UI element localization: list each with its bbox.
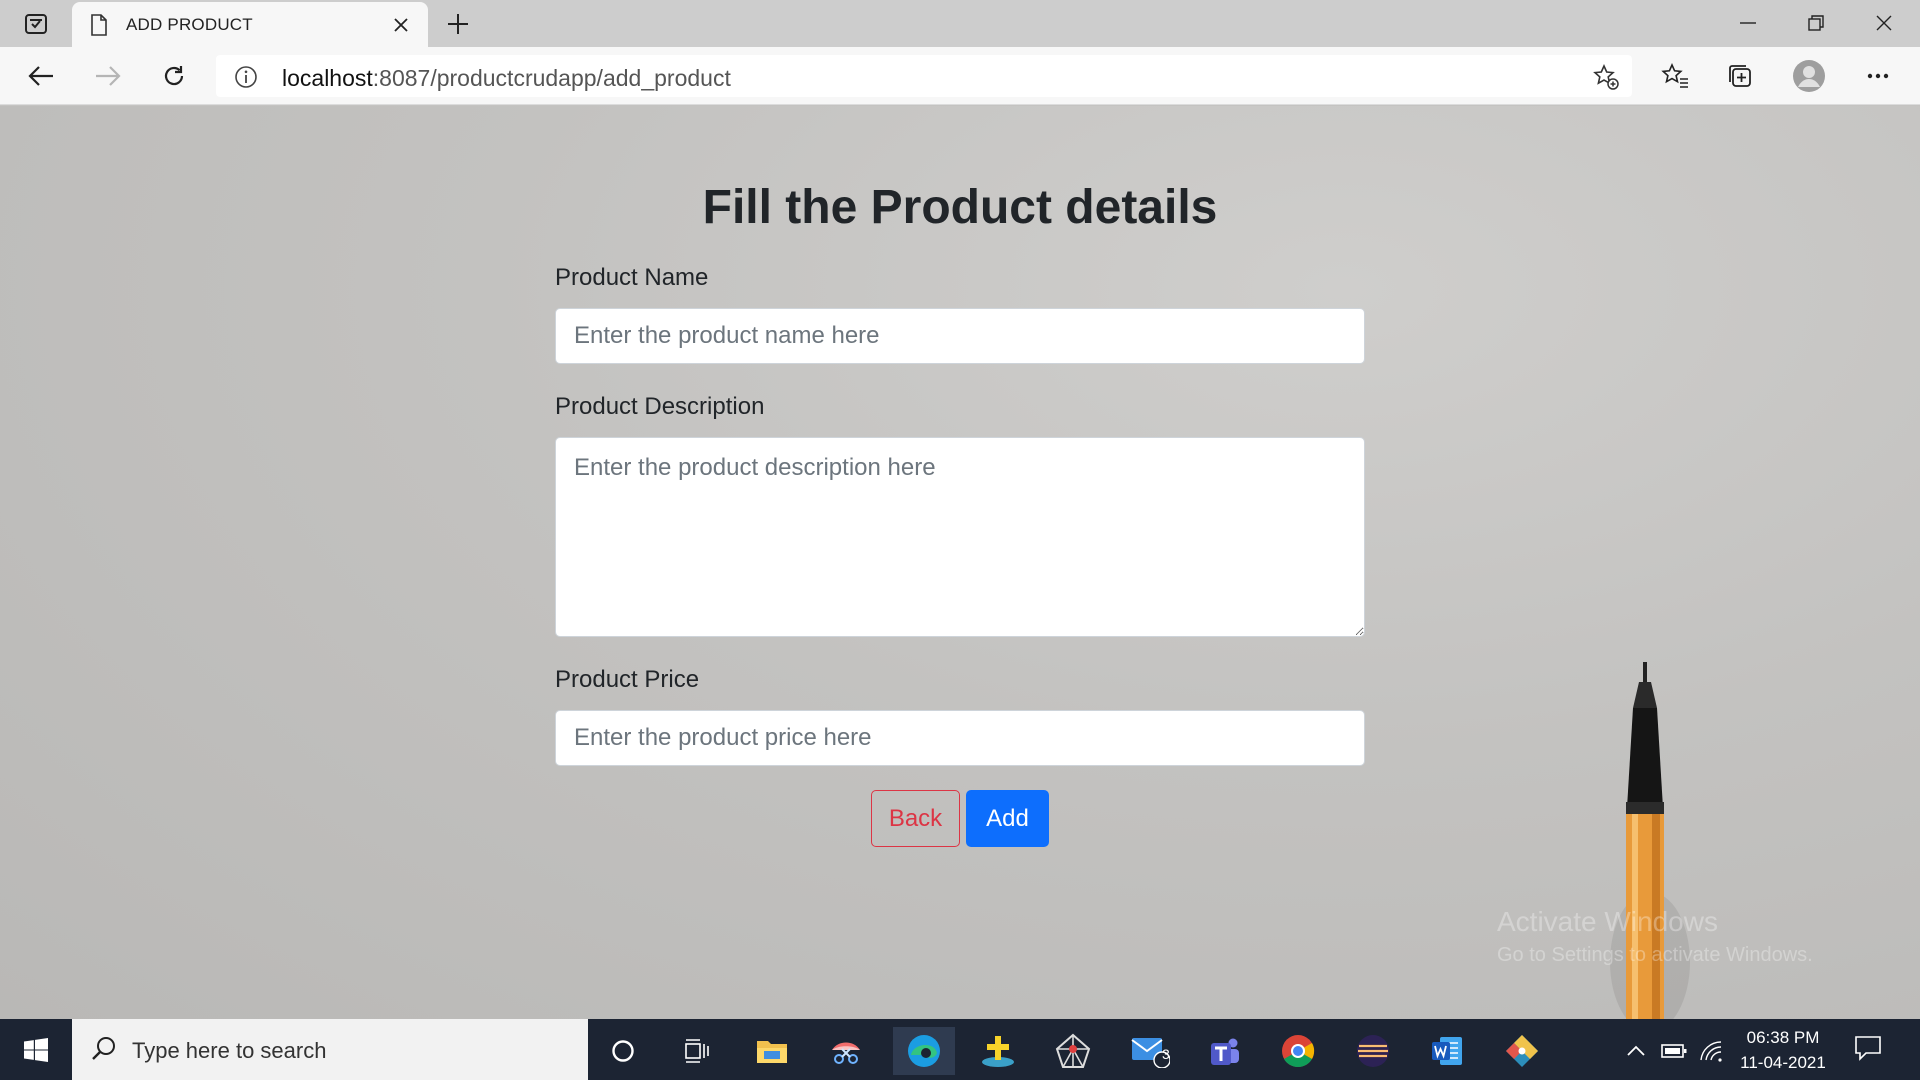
info-icon[interactable] (234, 65, 258, 94)
activation-watermark: Activate Windows Go to Settings to activ… (1497, 906, 1813, 967)
page-content: Fill the Product details Product Name Pr… (0, 106, 1920, 1022)
snip-icon[interactable] (815, 1027, 877, 1075)
back-arrow-icon[interactable] (23, 58, 59, 94)
watermark-subtitle: Go to Settings to activate Windows. (1497, 944, 1813, 966)
clock-date: 11-04-2021 (1740, 1053, 1826, 1072)
edge-icon[interactable] (893, 1027, 955, 1075)
teams-icon[interactable] (1192, 1027, 1254, 1075)
system-clock[interactable]: 06:38 PM 11-04-2021 (1728, 1025, 1838, 1075)
add-button[interactable]: Add (966, 790, 1049, 847)
restore-icon[interactable] (1782, 0, 1850, 45)
taskbar-search[interactable]: Type here to search (72, 1019, 588, 1080)
cortana-icon[interactable] (592, 1027, 654, 1075)
product-price-input[interactable] (555, 710, 1365, 766)
product-description-textarea[interactable] (555, 437, 1365, 637)
close-icon[interactable] (388, 12, 414, 38)
mail-badge: 3 (1162, 1046, 1170, 1062)
back-button[interactable]: Back (871, 790, 960, 847)
tab-actions-icon[interactable] (14, 10, 58, 38)
git-icon[interactable] (1491, 1027, 1553, 1075)
windows-start-icon[interactable] (0, 1019, 72, 1080)
page-icon (90, 14, 108, 41)
url-text: localhost:8087/productcrudapp/add_produc… (282, 65, 731, 91)
browser-tab[interactable]: ADD PRODUCT (72, 2, 428, 47)
plus-icon[interactable] (442, 8, 474, 40)
forward-arrow-icon[interactable] (90, 58, 126, 94)
reload-icon[interactable] (156, 58, 192, 94)
collections-icon[interactable] (1722, 58, 1758, 94)
minimize-icon[interactable] (1714, 0, 1782, 45)
page-title: Fill the Product details (702, 181, 1218, 234)
watermark-title: Activate Windows (1497, 906, 1718, 937)
word-icon[interactable] (1416, 1027, 1478, 1075)
product-name-input[interactable] (555, 308, 1365, 364)
product-name-label: Product Name (555, 264, 709, 291)
pen-image (1610, 662, 1690, 1022)
mail-icon[interactable]: 3 (1119, 1027, 1181, 1075)
favorites-icon[interactable] (1657, 58, 1693, 94)
address-toolbar: localhost:8087/productcrudapp/add_produc… (0, 47, 1920, 105)
add-favorite-icon[interactable] (1592, 63, 1620, 96)
tab-title: ADD PRODUCT (126, 15, 253, 34)
more-icon[interactable] (1860, 58, 1896, 94)
web-icon[interactable] (1042, 1027, 1104, 1075)
address-bar[interactable]: localhost:8087/productcrudapp/add_produc… (216, 55, 1632, 97)
notification-icon[interactable] (1854, 1035, 1882, 1066)
window-close-icon[interactable] (1850, 0, 1918, 45)
profile-icon[interactable] (1791, 58, 1827, 94)
network-icon[interactable] (1696, 1037, 1726, 1065)
tool-icon[interactable] (967, 1027, 1029, 1075)
product-description-label: Product Description (555, 393, 765, 420)
chrome-icon[interactable] (1267, 1027, 1329, 1075)
search-placeholder: Type here to search (132, 1038, 327, 1063)
clock-time: 06:38 PM (1746, 1028, 1820, 1047)
battery-icon[interactable] (1658, 1037, 1690, 1065)
search-icon (90, 1035, 118, 1068)
chevron-up-icon[interactable] (1622, 1037, 1650, 1065)
taskbar: Type here to search 3 06:38 PM 11-04-202… (0, 1019, 1920, 1080)
task-view-icon[interactable] (665, 1027, 727, 1075)
tab-bar: ADD PRODUCT (0, 0, 1920, 47)
file-explorer-icon[interactable] (741, 1027, 803, 1075)
eclipse-icon[interactable] (1342, 1027, 1404, 1075)
product-price-label: Product Price (555, 666, 700, 693)
